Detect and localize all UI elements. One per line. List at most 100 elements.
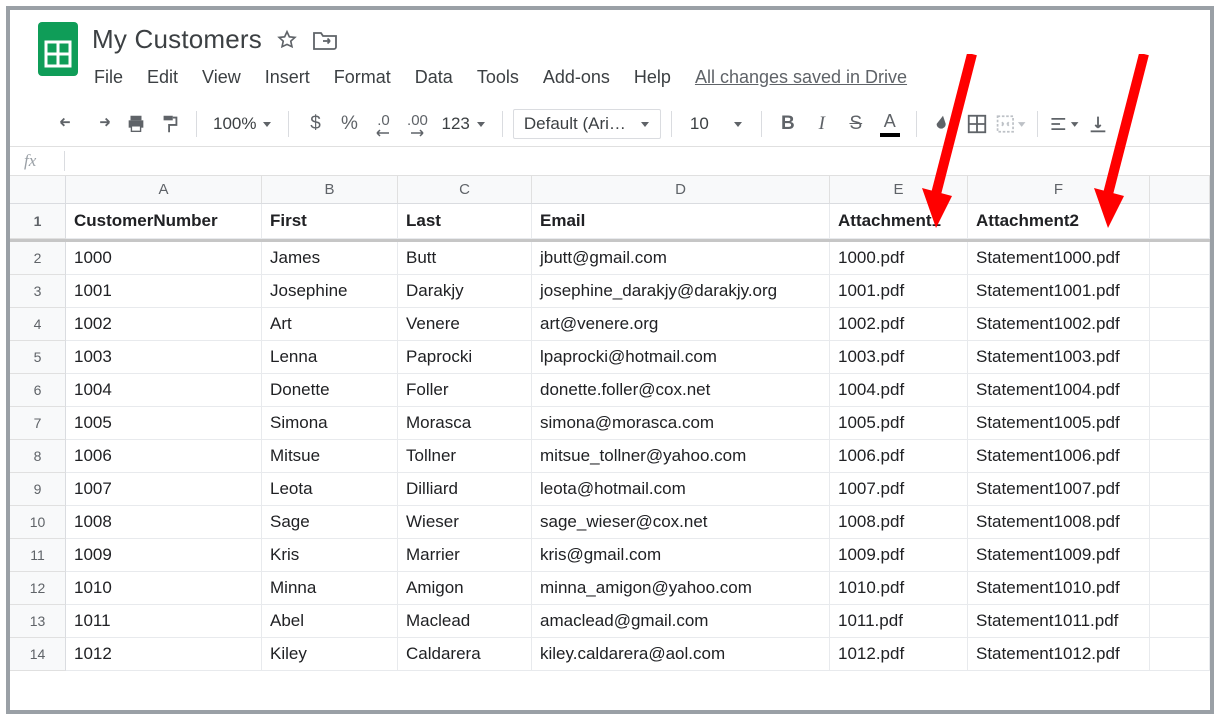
cell-D[interactable]: sage_wieser@cox.net bbox=[532, 506, 830, 539]
cell-G[interactable] bbox=[1150, 341, 1210, 374]
cell-D[interactable]: jbutt@gmail.com bbox=[532, 242, 830, 275]
cell-G1[interactable] bbox=[1150, 204, 1210, 239]
fill-color-button[interactable] bbox=[927, 108, 959, 140]
cell-A[interactable]: 1008 bbox=[66, 506, 262, 539]
cell-B[interactable]: Kiley bbox=[262, 638, 398, 671]
menu-format[interactable]: Format bbox=[332, 63, 393, 92]
format-currency-button[interactable]: $ bbox=[299, 108, 331, 140]
cell-F[interactable]: Statement1003.pdf bbox=[968, 341, 1150, 374]
cell-G[interactable] bbox=[1150, 308, 1210, 341]
cell-A[interactable]: 1006 bbox=[66, 440, 262, 473]
cell-B[interactable]: James bbox=[262, 242, 398, 275]
row-header[interactable]: 8 bbox=[10, 440, 66, 473]
cell-F[interactable]: Statement1012.pdf bbox=[968, 638, 1150, 671]
cell-B[interactable]: Donette bbox=[262, 374, 398, 407]
column-header-A[interactable]: A bbox=[66, 176, 262, 203]
format-percent-button[interactable]: % bbox=[333, 108, 365, 140]
cell-B[interactable]: Simona bbox=[262, 407, 398, 440]
print-icon[interactable] bbox=[120, 108, 152, 140]
cell-G[interactable] bbox=[1150, 473, 1210, 506]
cell-G[interactable] bbox=[1150, 374, 1210, 407]
cell-G[interactable] bbox=[1150, 440, 1210, 473]
column-header-D[interactable]: D bbox=[532, 176, 830, 203]
doc-title[interactable]: My Customers bbox=[92, 24, 262, 55]
saved-status[interactable]: All changes saved in Drive bbox=[693, 63, 909, 92]
number-format-dropdown[interactable]: 123 bbox=[435, 114, 491, 134]
row-header[interactable]: 10 bbox=[10, 506, 66, 539]
cell-C[interactable]: Darakjy bbox=[398, 275, 532, 308]
menu-help[interactable]: Help bbox=[632, 63, 673, 92]
cell-E[interactable]: 1012.pdf bbox=[830, 638, 968, 671]
row-header-1[interactable]: 1 bbox=[10, 204, 66, 239]
cell-E[interactable]: 1005.pdf bbox=[830, 407, 968, 440]
cell-C[interactable]: Caldarera bbox=[398, 638, 532, 671]
cell-F[interactable]: Statement1000.pdf bbox=[968, 242, 1150, 275]
cell-D[interactable]: kiley.caldarera@aol.com bbox=[532, 638, 830, 671]
menu-edit[interactable]: Edit bbox=[145, 63, 180, 92]
select-all-corner[interactable] bbox=[10, 176, 66, 203]
cell-E[interactable]: 1009.pdf bbox=[830, 539, 968, 572]
cell-C[interactable]: Maclead bbox=[398, 605, 532, 638]
column-header-blank[interactable] bbox=[1150, 176, 1210, 203]
row-header[interactable]: 14 bbox=[10, 638, 66, 671]
cell-F1[interactable]: Attachment2 bbox=[968, 204, 1150, 239]
horizontal-align-button[interactable] bbox=[1048, 108, 1080, 140]
menu-tools[interactable]: Tools bbox=[475, 63, 521, 92]
cell-D[interactable]: lpaprocki@hotmail.com bbox=[532, 341, 830, 374]
cell-E[interactable]: 1002.pdf bbox=[830, 308, 968, 341]
menu-view[interactable]: View bbox=[200, 63, 243, 92]
cell-D[interactable]: art@venere.org bbox=[532, 308, 830, 341]
cell-G[interactable] bbox=[1150, 506, 1210, 539]
cell-D[interactable]: leota@hotmail.com bbox=[532, 473, 830, 506]
cell-F[interactable]: Statement1001.pdf bbox=[968, 275, 1150, 308]
cell-B[interactable]: Kris bbox=[262, 539, 398, 572]
cell-E[interactable]: 1008.pdf bbox=[830, 506, 968, 539]
cell-C[interactable]: Tollner bbox=[398, 440, 532, 473]
column-header-F[interactable]: F bbox=[968, 176, 1150, 203]
cell-F[interactable]: Statement1011.pdf bbox=[968, 605, 1150, 638]
cell-A[interactable]: 1002 bbox=[66, 308, 262, 341]
cell-A[interactable]: 1000 bbox=[66, 242, 262, 275]
cell-G[interactable] bbox=[1150, 407, 1210, 440]
cell-F[interactable]: Statement1006.pdf bbox=[968, 440, 1150, 473]
column-header-E[interactable]: E bbox=[830, 176, 968, 203]
row-header[interactable]: 2 bbox=[10, 242, 66, 275]
cell-E[interactable]: 1003.pdf bbox=[830, 341, 968, 374]
cell-F[interactable]: Statement1004.pdf bbox=[968, 374, 1150, 407]
cell-B1[interactable]: First bbox=[262, 204, 398, 239]
cell-D[interactable]: mitsue_tollner@yahoo.com bbox=[532, 440, 830, 473]
cell-A[interactable]: 1005 bbox=[66, 407, 262, 440]
cell-B[interactable]: Josephine bbox=[262, 275, 398, 308]
column-header-B[interactable]: B bbox=[262, 176, 398, 203]
cell-G[interactable] bbox=[1150, 275, 1210, 308]
cell-G[interactable] bbox=[1150, 242, 1210, 275]
cell-D[interactable]: simona@morasca.com bbox=[532, 407, 830, 440]
row-header[interactable]: 6 bbox=[10, 374, 66, 407]
redo-icon[interactable] bbox=[86, 108, 118, 140]
row-header[interactable]: 12 bbox=[10, 572, 66, 605]
cell-B[interactable]: Abel bbox=[262, 605, 398, 638]
row-header[interactable]: 11 bbox=[10, 539, 66, 572]
cell-A[interactable]: 1010 bbox=[66, 572, 262, 605]
row-header[interactable]: 5 bbox=[10, 341, 66, 374]
merge-cells-button[interactable] bbox=[995, 108, 1027, 140]
cell-F[interactable]: Statement1002.pdf bbox=[968, 308, 1150, 341]
cell-B[interactable]: Art bbox=[262, 308, 398, 341]
row-header[interactable]: 7 bbox=[10, 407, 66, 440]
cell-C[interactable]: Butt bbox=[398, 242, 532, 275]
cell-B[interactable]: Mitsue bbox=[262, 440, 398, 473]
strikethrough-button[interactable]: S bbox=[840, 108, 872, 140]
cell-F[interactable]: Statement1005.pdf bbox=[968, 407, 1150, 440]
menu-file[interactable]: File bbox=[92, 63, 125, 92]
row-header[interactable]: 3 bbox=[10, 275, 66, 308]
cell-E[interactable]: 1010.pdf bbox=[830, 572, 968, 605]
cell-F[interactable]: Statement1008.pdf bbox=[968, 506, 1150, 539]
cell-E[interactable]: 1011.pdf bbox=[830, 605, 968, 638]
font-family-dropdown[interactable]: Default (Ari… bbox=[513, 109, 661, 139]
cell-A[interactable]: 1011 bbox=[66, 605, 262, 638]
cell-F[interactable]: Statement1010.pdf bbox=[968, 572, 1150, 605]
cell-A1[interactable]: CustomerNumber bbox=[66, 204, 262, 239]
cell-E[interactable]: 1000.pdf bbox=[830, 242, 968, 275]
cell-G[interactable] bbox=[1150, 572, 1210, 605]
text-color-button[interactable]: A bbox=[874, 108, 906, 140]
